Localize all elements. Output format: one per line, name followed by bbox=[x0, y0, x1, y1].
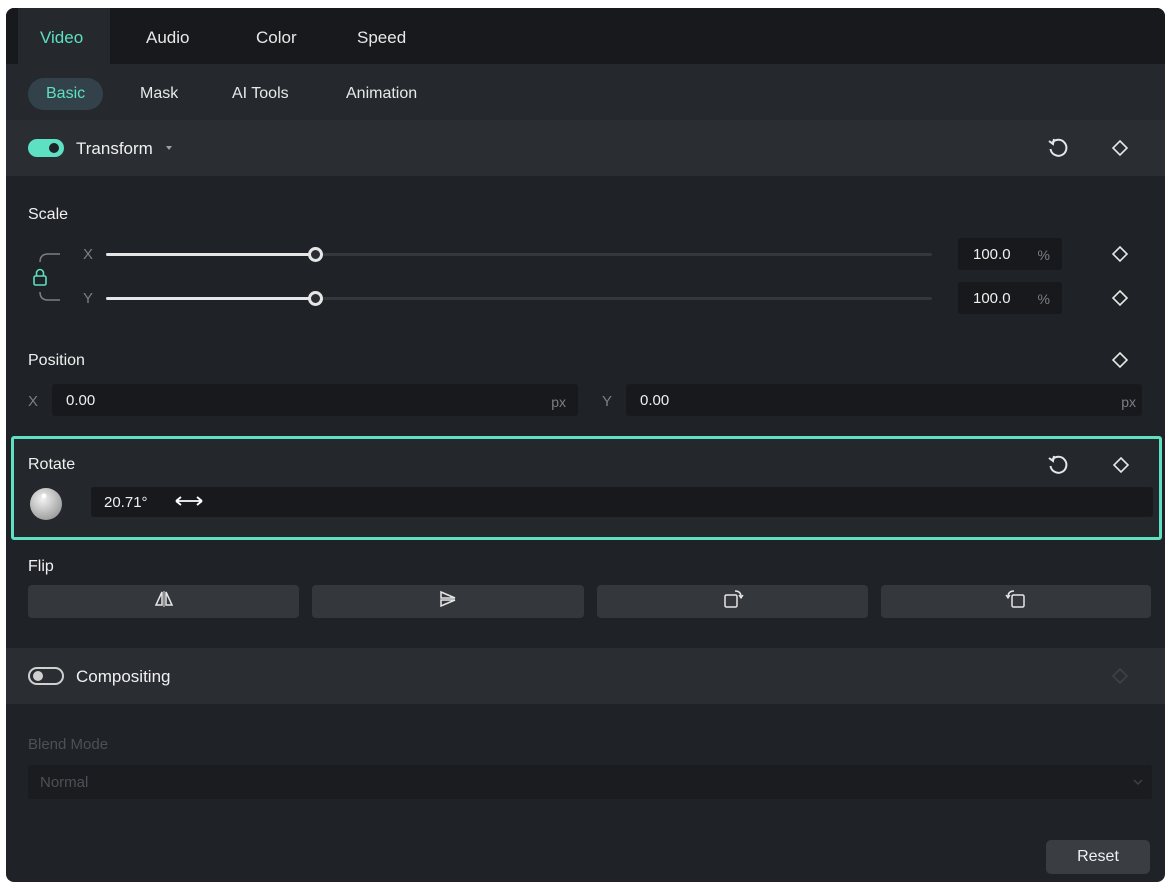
position-label: Position bbox=[28, 352, 85, 369]
rotate-dial[interactable] bbox=[29, 487, 63, 521]
rotate-counterclockwise-icon bbox=[1005, 589, 1027, 614]
position-y-field[interactable]: 0.00 px bbox=[626, 384, 1142, 416]
flip-vertical-icon bbox=[438, 590, 458, 613]
rotate-reset-icon[interactable] bbox=[1046, 453, 1070, 477]
scale-y-axis-label: Y bbox=[83, 290, 94, 307]
tab-color[interactable]: Color bbox=[256, 8, 297, 64]
scale-x-keyframe-icon[interactable] bbox=[1108, 242, 1132, 266]
tab-speed[interactable]: Speed bbox=[357, 8, 406, 64]
subtab-animation[interactable]: Animation bbox=[346, 78, 417, 110]
blend-mode-label: Blend Mode bbox=[28, 736, 109, 753]
rotate-field[interactable]: 20.71° bbox=[91, 487, 1153, 517]
flip-horizontal-icon bbox=[154, 590, 174, 613]
flip-vertical-button[interactable] bbox=[312, 585, 584, 618]
flip-horizontal-button[interactable] bbox=[28, 585, 299, 618]
sub-tab-bar: Basic Mask AI Tools Animation bbox=[6, 64, 1165, 120]
position-y-axis-label: Y bbox=[602, 393, 613, 410]
scale-x-axis-label: X bbox=[83, 246, 94, 263]
reset-button[interactable]: Reset bbox=[1046, 840, 1150, 874]
rotate-section: Rotate 20.71° bbox=[11, 436, 1162, 540]
compositing-label: Compositing bbox=[76, 667, 171, 686]
chevron-down-icon bbox=[1132, 775, 1144, 792]
compositing-header: Compositing bbox=[6, 648, 1165, 704]
transform-header: Transform bbox=[6, 120, 1165, 176]
blend-mode-select[interactable]: Normal bbox=[28, 765, 1152, 799]
transform-reset-icon[interactable] bbox=[1046, 136, 1070, 160]
rotate-clockwise-icon bbox=[722, 589, 744, 614]
position-x-field[interactable]: 0.00 px bbox=[52, 384, 578, 416]
subtab-basic[interactable]: Basic bbox=[28, 78, 104, 110]
position-x-axis-label: X bbox=[28, 393, 39, 410]
tab-audio[interactable]: Audio bbox=[146, 8, 189, 64]
scale-x-slider[interactable] bbox=[106, 247, 932, 262]
rotate-label: Rotate bbox=[28, 456, 76, 473]
transform-toggle[interactable] bbox=[28, 139, 64, 157]
rotate-keyframe-icon[interactable] bbox=[1109, 453, 1133, 477]
compositing-keyframe-icon[interactable] bbox=[1108, 664, 1132, 688]
main-tab-bar: Video Audio Color Speed bbox=[6, 8, 1165, 64]
transform-label: Transform bbox=[76, 139, 153, 158]
rotate-counterclockwise-button[interactable] bbox=[881, 585, 1151, 618]
subtab-mask[interactable]: Mask bbox=[140, 78, 178, 110]
flip-label: Flip bbox=[28, 558, 54, 575]
transform-dropdown-icon[interactable] bbox=[157, 136, 181, 160]
scale-label: Scale bbox=[28, 206, 69, 223]
tab-video[interactable]: Video bbox=[21, 8, 102, 64]
scale-x-slider-thumb[interactable] bbox=[308, 247, 323, 262]
scale-x-field[interactable]: 100.0 % bbox=[958, 238, 1062, 270]
scale-y-keyframe-icon[interactable] bbox=[1108, 286, 1132, 310]
drag-horizontal-icon bbox=[173, 491, 205, 515]
scale-y-field[interactable]: 100.0 % bbox=[958, 282, 1062, 314]
scale-lock-icon[interactable] bbox=[26, 252, 66, 302]
properties-panel: Video Audio Color Speed Basic Mask AI To… bbox=[6, 8, 1165, 882]
scale-y-slider[interactable] bbox=[106, 291, 932, 306]
position-keyframe-icon[interactable] bbox=[1108, 348, 1132, 372]
compositing-toggle[interactable] bbox=[28, 667, 64, 685]
subtab-ai-tools[interactable]: AI Tools bbox=[232, 78, 289, 110]
scale-y-slider-thumb[interactable] bbox=[308, 291, 323, 306]
transform-keyframe-icon[interactable] bbox=[1108, 136, 1132, 160]
rotate-clockwise-button[interactable] bbox=[597, 585, 868, 618]
